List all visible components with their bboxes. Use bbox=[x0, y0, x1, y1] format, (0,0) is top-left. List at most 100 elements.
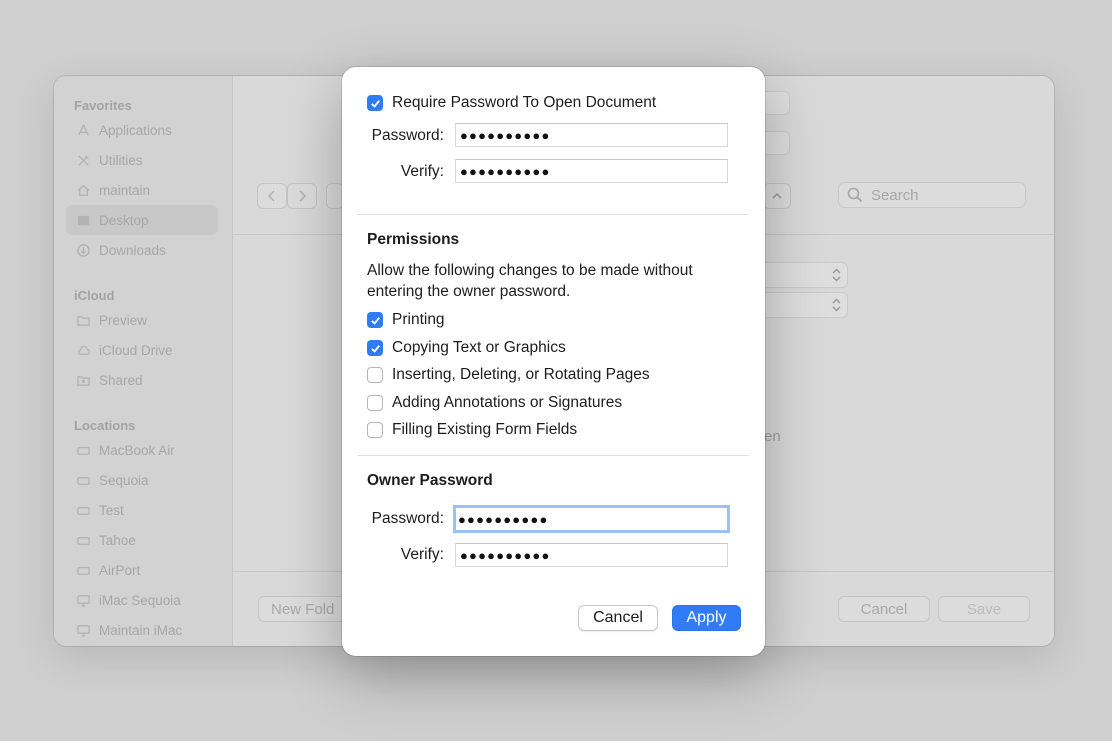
sidebar-item-shared[interactable]: Shared bbox=[66, 365, 218, 395]
drive-icon bbox=[75, 442, 91, 458]
sidebar-item-utilities[interactable]: Utilities bbox=[66, 145, 218, 175]
cancel-button[interactable]: Cancel bbox=[578, 605, 658, 631]
sidebar-item-maintain-imac[interactable]: Maintain iMac bbox=[66, 615, 218, 645]
permission-copying-row[interactable]: Copying Text or Graphics bbox=[367, 339, 566, 357]
permission-inserting-row[interactable]: Inserting, Deleting, or Rotating Pages bbox=[367, 366, 650, 384]
sidebar-item-desktop[interactable]: Desktop bbox=[66, 205, 218, 235]
inserting-checkbox[interactable] bbox=[367, 367, 383, 383]
open-verify-label: Verify: bbox=[400, 163, 444, 180]
shared-folder-icon bbox=[75, 372, 91, 388]
password-dots: ●●●●●●●●●● bbox=[458, 511, 549, 527]
permissions-description: Allow the following changes to be made w… bbox=[367, 262, 693, 300]
form-fields-label: Filling Existing Form Fields bbox=[392, 421, 578, 438]
folder-icon bbox=[75, 312, 91, 328]
updown-chevron-icon bbox=[832, 268, 841, 282]
sidebar-item-sequoia[interactable]: Sequoia bbox=[66, 465, 218, 495]
sidebar-item-airport[interactable]: AirPort bbox=[66, 555, 218, 585]
sidebar-item-maintain[interactable]: maintain bbox=[66, 175, 218, 205]
sidebar-item-tahoe[interactable]: Tahoe bbox=[66, 525, 218, 555]
drive-icon bbox=[75, 532, 91, 548]
password-dots: ●●●●●●●●●● bbox=[460, 127, 551, 143]
bg-cancel-button[interactable]: Cancel bbox=[838, 596, 930, 622]
require-password-checkbox-row[interactable]: Require Password To Open Document bbox=[367, 94, 656, 112]
section-divider bbox=[358, 214, 749, 215]
sidebar-item-label: Maintain iMac bbox=[99, 622, 183, 638]
open-password-label: Password: bbox=[371, 127, 444, 144]
sidebar-item-label: Utilities bbox=[99, 152, 143, 168]
sidebar-item-label: Desktop bbox=[99, 212, 149, 228]
owner-verify-field[interactable]: ●●●●●●●●●● bbox=[455, 543, 728, 567]
sidebar-item-label: iCloud Drive bbox=[99, 342, 173, 358]
drive-icon bbox=[75, 472, 91, 488]
owner-password-heading: Owner Password bbox=[367, 472, 493, 489]
utilities-icon bbox=[75, 152, 91, 168]
sidebar-item-label: Preview bbox=[99, 312, 148, 328]
copying-label: Copying Text or Graphics bbox=[392, 339, 566, 356]
annotations-checkbox[interactable] bbox=[367, 395, 383, 411]
sidebar: Favorites Applications Utilities maintai… bbox=[54, 76, 233, 646]
verify-dots: ●●●●●●●●●● bbox=[460, 163, 551, 179]
sidebar-item-label: Shared bbox=[99, 372, 143, 388]
sidebar-item-label: MacBook Air bbox=[99, 442, 175, 458]
checkmark-icon bbox=[370, 99, 380, 108]
inserting-label: Inserting, Deleting, or Rotating Pages bbox=[392, 366, 650, 383]
require-password-label: Require Password To Open Document bbox=[392, 94, 657, 111]
open-password-field[interactable]: ●●●●●●●●●● bbox=[455, 123, 728, 147]
bg-save-button[interactable]: Save bbox=[938, 596, 1030, 622]
updown-chevron-icon bbox=[832, 298, 841, 312]
permission-printing-row[interactable]: Printing bbox=[367, 311, 445, 329]
downloads-icon bbox=[75, 242, 91, 258]
sidebar-item-label: maintain bbox=[99, 182, 151, 198]
search-placeholder: Search bbox=[871, 186, 919, 204]
back-button[interactable] bbox=[257, 183, 287, 209]
sidebar-item-applications[interactable]: Applications bbox=[66, 115, 218, 145]
sidebar-item-label: Downloads bbox=[99, 242, 166, 258]
owner-password-label: Password: bbox=[371, 510, 444, 527]
applications-icon bbox=[75, 122, 91, 138]
checkmark-icon bbox=[370, 344, 380, 353]
permissions-heading: Permissions bbox=[367, 231, 460, 248]
drive-icon bbox=[75, 562, 91, 578]
printing-label: Printing bbox=[392, 311, 445, 328]
display-icon bbox=[75, 592, 91, 608]
pdf-security-options-dialog: Require Password To Open Document Passwo… bbox=[342, 67, 765, 656]
sidebar-item-label: Applications bbox=[99, 122, 172, 138]
apply-button[interactable]: Apply bbox=[672, 605, 741, 631]
drive-icon bbox=[75, 502, 91, 518]
sidebar-item-label: AirPort bbox=[99, 562, 141, 578]
desktop-icon bbox=[75, 212, 91, 228]
chevron-right-icon bbox=[299, 190, 307, 202]
sidebar-item-label: Sequoia bbox=[99, 472, 149, 488]
search-field[interactable]: Search bbox=[838, 182, 1026, 208]
sidebar-item-macbook-air[interactable]: MacBook Air bbox=[66, 435, 218, 465]
annotations-label: Adding Annotations or Signatures bbox=[392, 394, 623, 411]
verify-dots: ●●●●●●●●●● bbox=[460, 547, 551, 563]
require-password-checkbox[interactable] bbox=[367, 95, 383, 111]
printing-checkbox[interactable] bbox=[367, 312, 383, 328]
sidebar-item-label: Tahoe bbox=[99, 532, 136, 548]
open-verify-field[interactable]: ●●●●●●●●●● bbox=[455, 159, 728, 183]
forward-button[interactable] bbox=[287, 183, 317, 209]
cloud-icon bbox=[75, 342, 91, 358]
sidebar-section-favorites: Favorites bbox=[74, 98, 132, 113]
sidebar-item-label: iMac Sequoia bbox=[99, 592, 181, 608]
sidebar-item-downloads[interactable]: Downloads bbox=[66, 235, 218, 265]
sidebar-section-icloud: iCloud bbox=[74, 288, 115, 303]
copying-checkbox[interactable] bbox=[367, 340, 383, 356]
sidebar-item-preview[interactable]: Preview bbox=[66, 305, 218, 335]
format-popup[interactable] bbox=[754, 262, 848, 288]
checkmark-icon bbox=[370, 316, 380, 325]
quartz-filter-popup[interactable] bbox=[754, 292, 848, 318]
permission-annotations-row[interactable]: Adding Annotations or Signatures bbox=[367, 394, 622, 412]
sidebar-item-test[interactable]: Test bbox=[66, 495, 218, 525]
chevron-left-icon bbox=[267, 190, 275, 202]
owner-password-field[interactable]: ●●●●●●●●●● bbox=[453, 505, 730, 533]
sidebar-item-icloud-drive[interactable]: iCloud Drive bbox=[66, 335, 218, 365]
owner-verify-label: Verify: bbox=[400, 546, 444, 563]
permission-form-fields-row[interactable]: Filling Existing Form Fields bbox=[367, 421, 577, 439]
form-fields-checkbox[interactable] bbox=[367, 422, 383, 438]
collapse-button[interactable] bbox=[763, 183, 791, 209]
home-icon bbox=[75, 182, 91, 198]
sidebar-item-imac-sequoia[interactable]: iMac Sequoia bbox=[66, 585, 218, 615]
display-icon bbox=[75, 622, 91, 638]
